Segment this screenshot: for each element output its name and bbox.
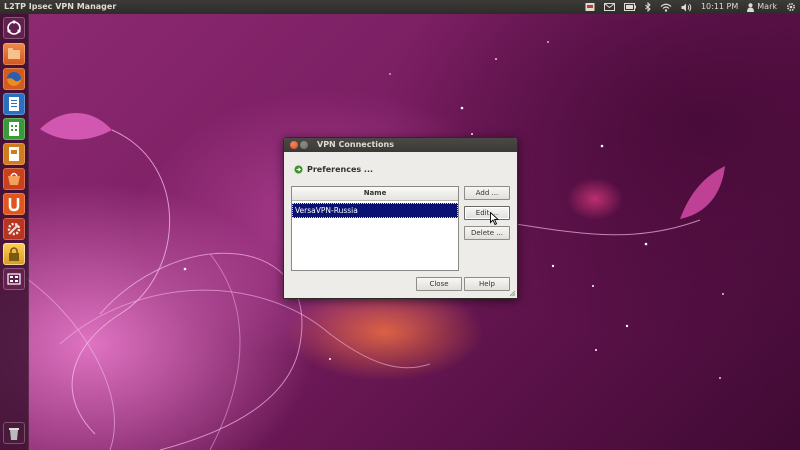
preferences-label: Preferences ... [307, 165, 374, 174]
edit-button[interactable]: Edit ... [464, 206, 510, 220]
gear-icon[interactable] [786, 0, 796, 14]
home-folder-icon[interactable] [3, 43, 25, 65]
dialog-titlebar[interactable]: VPN Connections [284, 138, 517, 152]
user-name: Mark [757, 2, 777, 11]
app-title: L2TP Ipsec VPN Manager [4, 2, 117, 11]
impress-icon[interactable] [3, 143, 25, 165]
vpn-connections-dialog: VPN Connections Preferences ... Name Ver… [283, 137, 518, 299]
user-icon [747, 2, 755, 12]
vpn-indicator-icon[interactable] [585, 0, 595, 14]
calc-icon[interactable] [3, 118, 25, 140]
mouse-pointer-icon [490, 212, 499, 225]
system-settings-icon[interactable] [3, 218, 25, 240]
vpn-manager-icon[interactable] [3, 243, 25, 265]
column-header-name[interactable]: Name [292, 187, 458, 201]
volume-icon[interactable] [681, 0, 692, 14]
workspace-switcher-icon[interactable] [3, 268, 25, 290]
bluetooth-icon[interactable] [645, 0, 651, 14]
preferences-link[interactable]: Preferences ... [294, 165, 373, 174]
launcher [0, 14, 29, 450]
firefox-icon[interactable] [3, 68, 25, 90]
indicator-area: 10:11 PM Mark [585, 0, 796, 14]
delete-button[interactable]: Delete ... [464, 226, 510, 240]
mail-icon[interactable] [603, 0, 615, 14]
top-panel: L2TP Ipsec VPN Manager 10:11 PM Mark [0, 0, 800, 14]
resize-grip-icon[interactable] [509, 290, 516, 297]
arrow-right-icon [294, 165, 303, 174]
close-button[interactable]: Close [416, 277, 462, 291]
writer-icon[interactable] [3, 93, 25, 115]
minimize-icon[interactable] [300, 141, 308, 149]
software-center-icon[interactable] [3, 168, 25, 190]
ubuntu-dash-icon[interactable] [3, 17, 25, 39]
trash-icon[interactable] [3, 422, 25, 444]
list-item[interactable]: VersaVPN-Russia [292, 203, 458, 218]
dialog-title: VPN Connections [317, 140, 394, 149]
close-icon[interactable] [290, 141, 298, 149]
ubuntu-one-icon[interactable] [3, 193, 25, 215]
connections-list[interactable]: Name VersaVPN-Russia [291, 186, 459, 271]
wifi-icon[interactable] [660, 0, 672, 14]
clock[interactable]: 10:11 PM [701, 0, 738, 14]
battery-icon[interactable] [623, 0, 636, 14]
add-button[interactable]: Add ... [464, 186, 510, 200]
help-button[interactable]: Help [464, 277, 510, 291]
user-menu[interactable]: Mark [747, 0, 777, 14]
